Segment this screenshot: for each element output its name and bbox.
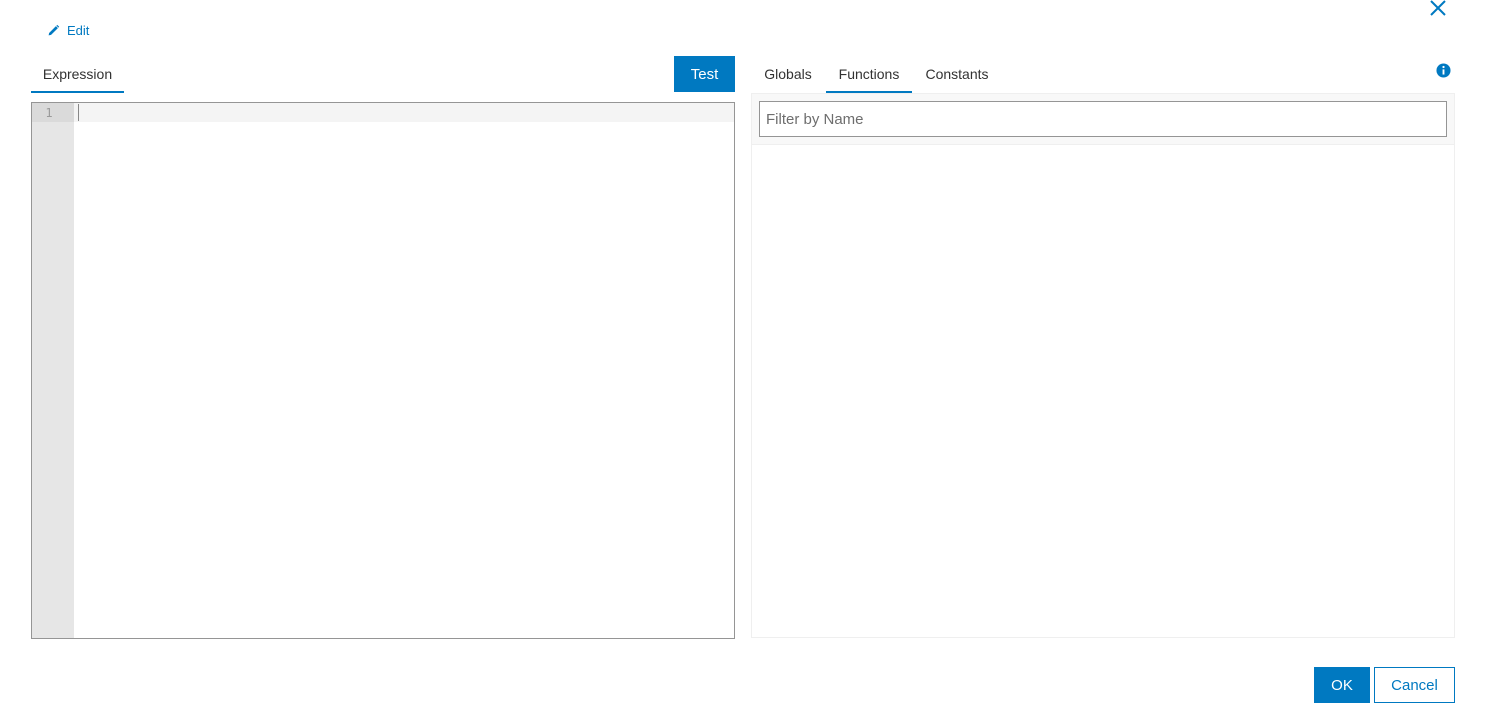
filter-bar [752,94,1454,145]
test-button[interactable]: Test [674,56,735,92]
line-number: 1 [32,103,74,122]
close-icon [1430,0,1446,16]
tab-constants-label: Constants [925,66,989,82]
tab-functions[interactable]: Functions [826,62,912,93]
tab-constants[interactable]: Constants [914,62,1000,93]
tab-expression[interactable]: Expression [31,62,124,93]
filter-input[interactable] [759,101,1447,137]
edit-link[interactable]: Edit [47,20,89,40]
pencil-icon [47,24,60,37]
tab-expression-label: Expression [42,66,113,82]
line-gutter [32,103,74,638]
cancel-button[interactable]: Cancel [1374,667,1455,703]
edit-label: Edit [67,22,90,38]
text-cursor [78,104,79,121]
active-line-highlight [74,103,734,122]
expression-editor[interactable]: 1 [31,102,735,639]
close-button[interactable] [1426,0,1450,20]
functions-panel [751,93,1455,638]
info-icon[interactable] [1436,63,1451,78]
tab-functions-label: Functions [838,66,900,82]
ok-button[interactable]: OK [1314,667,1370,703]
tab-globals-label: Globals [764,66,812,82]
tab-globals[interactable]: Globals [752,62,824,93]
